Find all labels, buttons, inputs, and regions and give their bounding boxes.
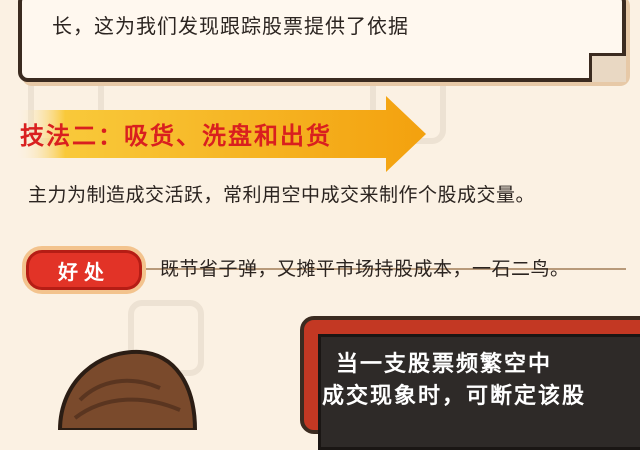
top-text-box: 长，这为我们发现跟踪股票提供了依据 [18, 0, 626, 82]
character-illustration [57, 349, 198, 430]
benefit-badge: 好处 [22, 246, 146, 294]
top-box-text: 长，这为我们发现跟踪股票提供了依据 [52, 14, 409, 38]
section-banner: 技法二：吸货、洗盘和出货 [16, 96, 426, 172]
chalkboard-line-1: 当一支股票频繁空中 [336, 352, 553, 377]
benefit-badge-label: 好处 [58, 260, 110, 284]
page-curl-corner [589, 53, 626, 82]
section-title: 技法二：吸货、洗盘和出货 [20, 122, 332, 150]
benefit-text: 既节省子弹，又摊平市场持股成本，一石二鸟。 [160, 258, 570, 280]
chalkboard-line-2: 成交现象时，可断定该股 [322, 384, 587, 409]
description-paragraph: 主力为制造成交活跃，常利用空中成交来制作个股成交量。 [28, 184, 536, 206]
